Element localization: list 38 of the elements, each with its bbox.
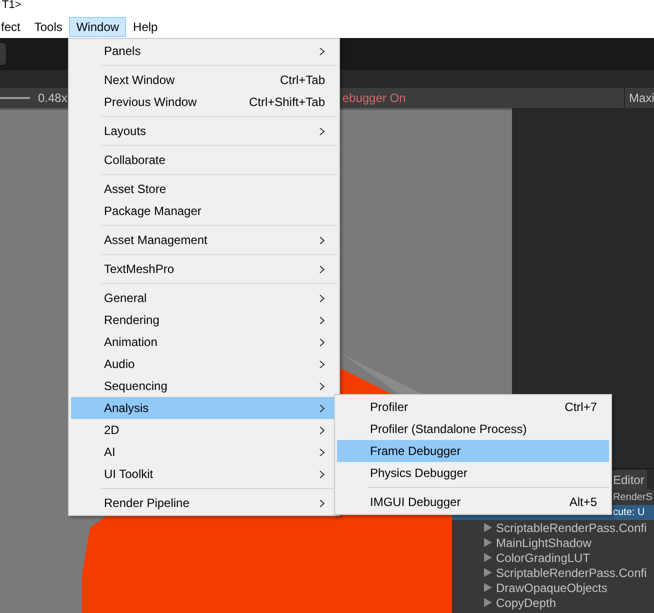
menu-bar-item[interactable]: Tools <box>27 17 70 37</box>
menu-item[interactable]: Next Window Ctrl+Tab <box>71 69 337 91</box>
menu-item[interactable]: Previous Window Ctrl+Shift+Tab <box>71 91 337 113</box>
menu-item[interactable]: Physics Debugger <box>337 462 609 484</box>
menu-item[interactable]: Audio <box>71 353 337 375</box>
menu-bar-item[interactable]: Window <box>69 17 126 37</box>
menu-item[interactable]: Sequencing <box>71 375 337 397</box>
menu-item[interactable]: Panels <box>71 40 337 62</box>
menu-item[interactable]: Asset Store <box>71 178 337 200</box>
menu-item[interactable]: Render Pipeline <box>71 492 337 514</box>
menu-item[interactable]: General <box>71 287 337 309</box>
tree-row[interactable]: CopyDepth <box>452 595 654 610</box>
tree-row[interactable]: ScriptableRenderPass.Confi <box>452 565 654 580</box>
menu-item[interactable]: Animation <box>71 331 337 353</box>
menu-item[interactable]: Rendering <box>71 309 337 331</box>
menu-bar-item[interactable]: fect <box>0 17 28 37</box>
menu-bar-item[interactable]: Help <box>126 17 165 37</box>
status-text: ebugger On <box>342 90 406 107</box>
tree-row[interactable]: DrawOpaqueObjects <box>452 580 654 595</box>
menu-item[interactable]: AI <box>71 441 337 463</box>
menu-item[interactable]: Frame Debugger <box>337 440 609 462</box>
tree-row[interactable]: MainLightShadow <box>452 535 654 550</box>
menu-item[interactable]: Layouts <box>71 120 337 142</box>
menu-item[interactable]: Profiler (Standalone Process) <box>337 418 609 440</box>
menu-item[interactable]: TextMeshPro <box>71 258 337 280</box>
tree-row[interactable]: ScriptableRenderPass.Confi <box>452 520 654 535</box>
menu-item[interactable]: Collaborate <box>71 149 337 171</box>
menu-item[interactable]: Package Manager <box>71 200 337 222</box>
menu-item[interactable]: Profiler Ctrl+7 <box>337 396 609 418</box>
panel-tab[interactable]: Editor <box>610 470 648 489</box>
tree-row[interactable]: ColorGradingLUT <box>452 550 654 565</box>
menu-item[interactable]: Asset Management <box>71 229 337 251</box>
title-text: T1> <box>1 0 22 10</box>
menu-item[interactable]: UI Toolkit <box>71 463 337 485</box>
menu-item[interactable]: IMGUI Debugger Alt+5 <box>337 491 609 513</box>
menu-item[interactable]: Analysis <box>71 397 337 419</box>
menu-item[interactable]: 2D <box>71 419 337 441</box>
zoom-value: 0.48x <box>38 90 68 107</box>
